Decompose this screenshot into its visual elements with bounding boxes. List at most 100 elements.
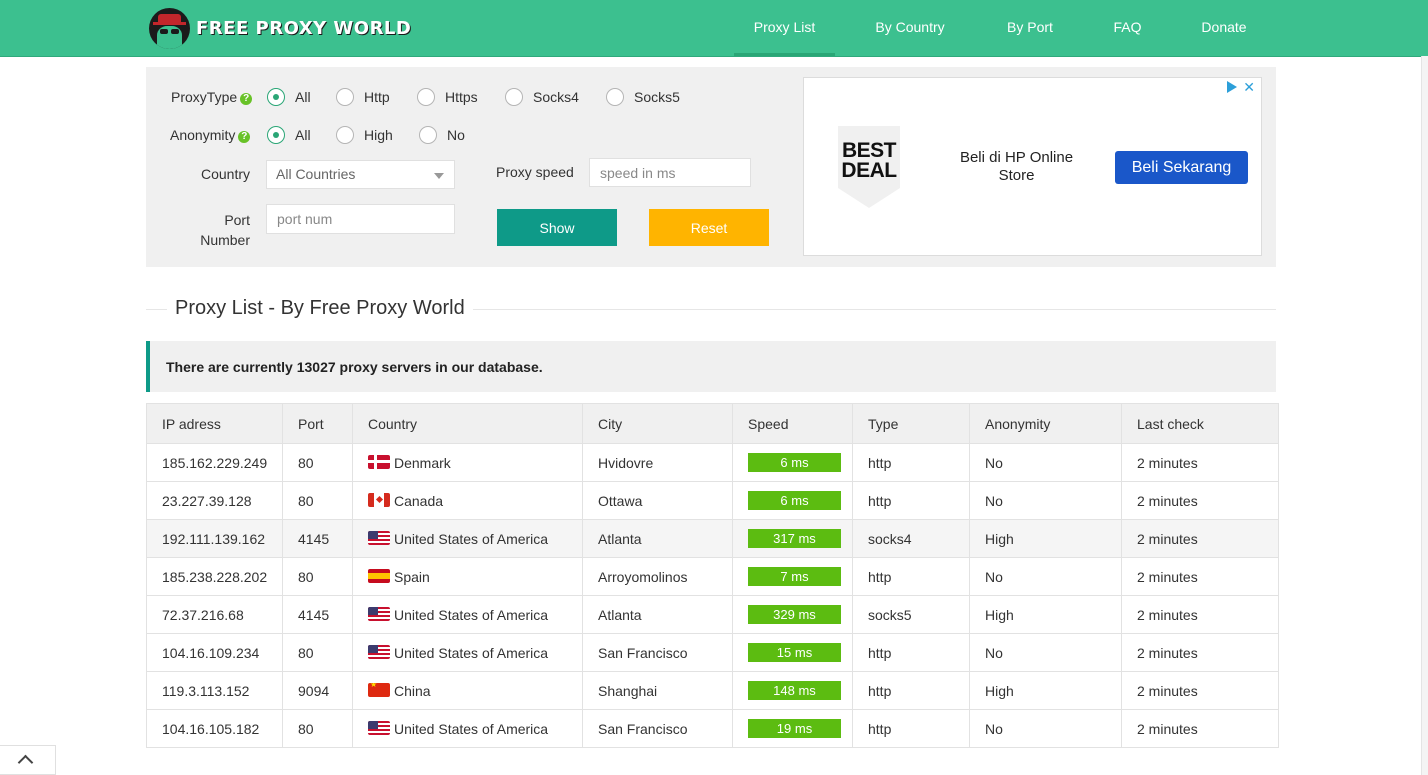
help-icon[interactable]: ? (240, 93, 253, 105)
radio-dot[interactable] (419, 126, 437, 144)
nav-donate[interactable]: Donate (1180, 0, 1268, 56)
cell-last-check: 2 minutes (1121, 671, 1279, 710)
flag-icon (368, 606, 390, 621)
cell-ip[interactable]: 23.227.39.128 (146, 481, 283, 520)
flag-icon (368, 454, 390, 469)
cell-anonymity: No (969, 481, 1122, 520)
proxy-count-notice: There are currently 13027 proxy servers … (166, 359, 543, 375)
ad-controls: ✕ (1227, 80, 1255, 94)
table-row[interactable]: 23.227.39.128 80 Canada Ottawa 6 ms http No 2 m… (146, 481, 1279, 520)
speed-input[interactable] (589, 158, 751, 187)
cell-anonymity: No (969, 709, 1122, 748)
cell-type: http (852, 671, 970, 710)
adchoices-icon[interactable] (1227, 81, 1238, 93)
radio-type-http[interactable]: Http (336, 88, 390, 106)
col-last-check[interactable]: Last check (1121, 403, 1279, 444)
ad-banner[interactable]: ✕ BEST DEAL Beli di HP Online Store Beli… (803, 77, 1262, 256)
ad-cta-button[interactable]: Beli Sekarang (1115, 151, 1248, 184)
radio-dot[interactable] (336, 126, 354, 144)
cell-ip[interactable]: 192.111.139.162 (146, 519, 283, 558)
radio-dot[interactable] (267, 126, 285, 144)
col-anonymity[interactable]: Anonymity (969, 403, 1122, 444)
cell-city: Ottawa (582, 481, 733, 520)
radio-type-socks5[interactable]: Socks5 (606, 88, 680, 106)
chevron-up-icon (17, 754, 34, 771)
table-row[interactable]: 119.3.113.1529094ChinaShanghai 148 ms http… (146, 671, 1279, 710)
cell-ip[interactable]: 104.16.109.234 (146, 633, 283, 672)
cell-port: 4145 (282, 519, 353, 558)
table-row[interactable]: 104.16.109.234 80 United States of America… (146, 633, 1279, 672)
cell-country: United States of America (352, 633, 583, 672)
radio-type-https[interactable]: Https (417, 88, 478, 106)
cell-speed: 7 ms (732, 557, 853, 596)
col-type[interactable]: Type (852, 403, 970, 444)
chevron-down-icon (434, 173, 444, 179)
section-title: Proxy List - By Free Proxy World (167, 297, 473, 320)
cell-port: 9094 (282, 671, 353, 710)
scroll-top-button[interactable] (0, 745, 56, 775)
nav-proxy-list[interactable]: Proxy List (734, 0, 835, 56)
radio-dot[interactable] (336, 88, 354, 106)
proxy-table-body: 185.162.229.249 80 Denmark Hvidovre 6 ms http… (146, 443, 1279, 748)
table-row[interactable]: 72.37.216.68 4145 United States of America… (146, 595, 1279, 634)
table-row[interactable]: 104.16.105.182 80 United States of America… (146, 709, 1279, 748)
radio-dot[interactable] (505, 88, 523, 106)
show-button[interactable]: Show (497, 209, 617, 246)
cell-country: Canada (352, 481, 583, 520)
page-scrollbar[interactable] (1421, 56, 1428, 775)
col-city[interactable]: City (582, 403, 733, 444)
cell-anonymity: High (969, 519, 1122, 558)
country-select[interactable]: All Countries (266, 160, 455, 189)
cell-country: United States of America (352, 709, 583, 748)
table-row[interactable]: 185.238.228.202 80 Spain Arroyomolinos 7 ms h… (146, 557, 1279, 596)
cell-speed: 6 ms (732, 443, 853, 482)
ad-text: Beli di HP Online Store (959, 149, 1074, 184)
cell-speed: 19 ms (732, 709, 853, 748)
cell-country: United States of America (352, 595, 583, 634)
nav-by-port[interactable]: By Port (985, 0, 1075, 56)
cell-port: 4145 (282, 595, 353, 634)
flag-icon (368, 530, 390, 545)
close-icon[interactable]: ✕ (1243, 80, 1255, 94)
col-port[interactable]: Port (282, 403, 353, 444)
cell-city: Hvidovre (582, 443, 733, 482)
col-country[interactable]: Country (352, 403, 583, 444)
port-input[interactable] (266, 204, 455, 234)
notice-box: There are currently 13027 proxy servers … (146, 341, 1276, 392)
radio-dot[interactable] (606, 88, 624, 106)
flag-icon (368, 644, 390, 659)
cell-ip[interactable]: 185.162.229.249 (146, 443, 283, 482)
table-row[interactable]: 185.162.229.249 80 Denmark Hvidovre 6 ms http… (146, 443, 1279, 482)
cell-port: 80 (282, 633, 353, 672)
nav-faq[interactable]: FAQ (1075, 0, 1180, 56)
reset-button[interactable]: Reset (649, 209, 769, 246)
radio-type-socks4[interactable]: Socks4 (505, 88, 579, 106)
col-speed[interactable]: Speed (732, 403, 853, 444)
cell-country: United States of America (352, 519, 583, 558)
cell-ip[interactable]: 119.3.113.152 (146, 671, 283, 710)
cell-city: Atlanta (582, 519, 733, 558)
radio-anon-no[interactable]: No (419, 126, 465, 144)
radio-anon-all[interactable]: All (267, 126, 311, 144)
top-navbar: FREE PROXY WORLD Proxy List By Country B… (0, 0, 1428, 57)
nav-by-country[interactable]: By Country (835, 0, 985, 56)
cell-anonymity: High (969, 671, 1122, 710)
site-logo[interactable]: FREE PROXY WORLD (149, 7, 411, 49)
cell-ip[interactable]: 185.238.228.202 (146, 557, 283, 596)
cell-ip[interactable]: 104.16.105.182 (146, 709, 283, 748)
help-icon[interactable]: ? (238, 131, 251, 143)
cell-speed: 148 ms (732, 671, 853, 710)
radio-type-all[interactable]: All (267, 88, 311, 106)
col-ip[interactable]: IP adress (146, 403, 283, 444)
port-number-label: Port Number (200, 212, 250, 248)
radio-anon-high[interactable]: High (336, 126, 393, 144)
cell-last-check: 2 minutes (1121, 595, 1279, 634)
cell-ip[interactable]: 72.37.216.68 (146, 595, 283, 634)
cell-port: 80 (282, 557, 353, 596)
flag-icon (368, 492, 390, 507)
table-row[interactable]: 192.111.139.162 4145 United States of Amer… (146, 519, 1279, 558)
cell-type: http (852, 443, 970, 482)
radio-dot[interactable] (417, 88, 435, 106)
proxy-type-label: ProxyType? (171, 89, 253, 105)
radio-dot[interactable] (267, 88, 285, 106)
